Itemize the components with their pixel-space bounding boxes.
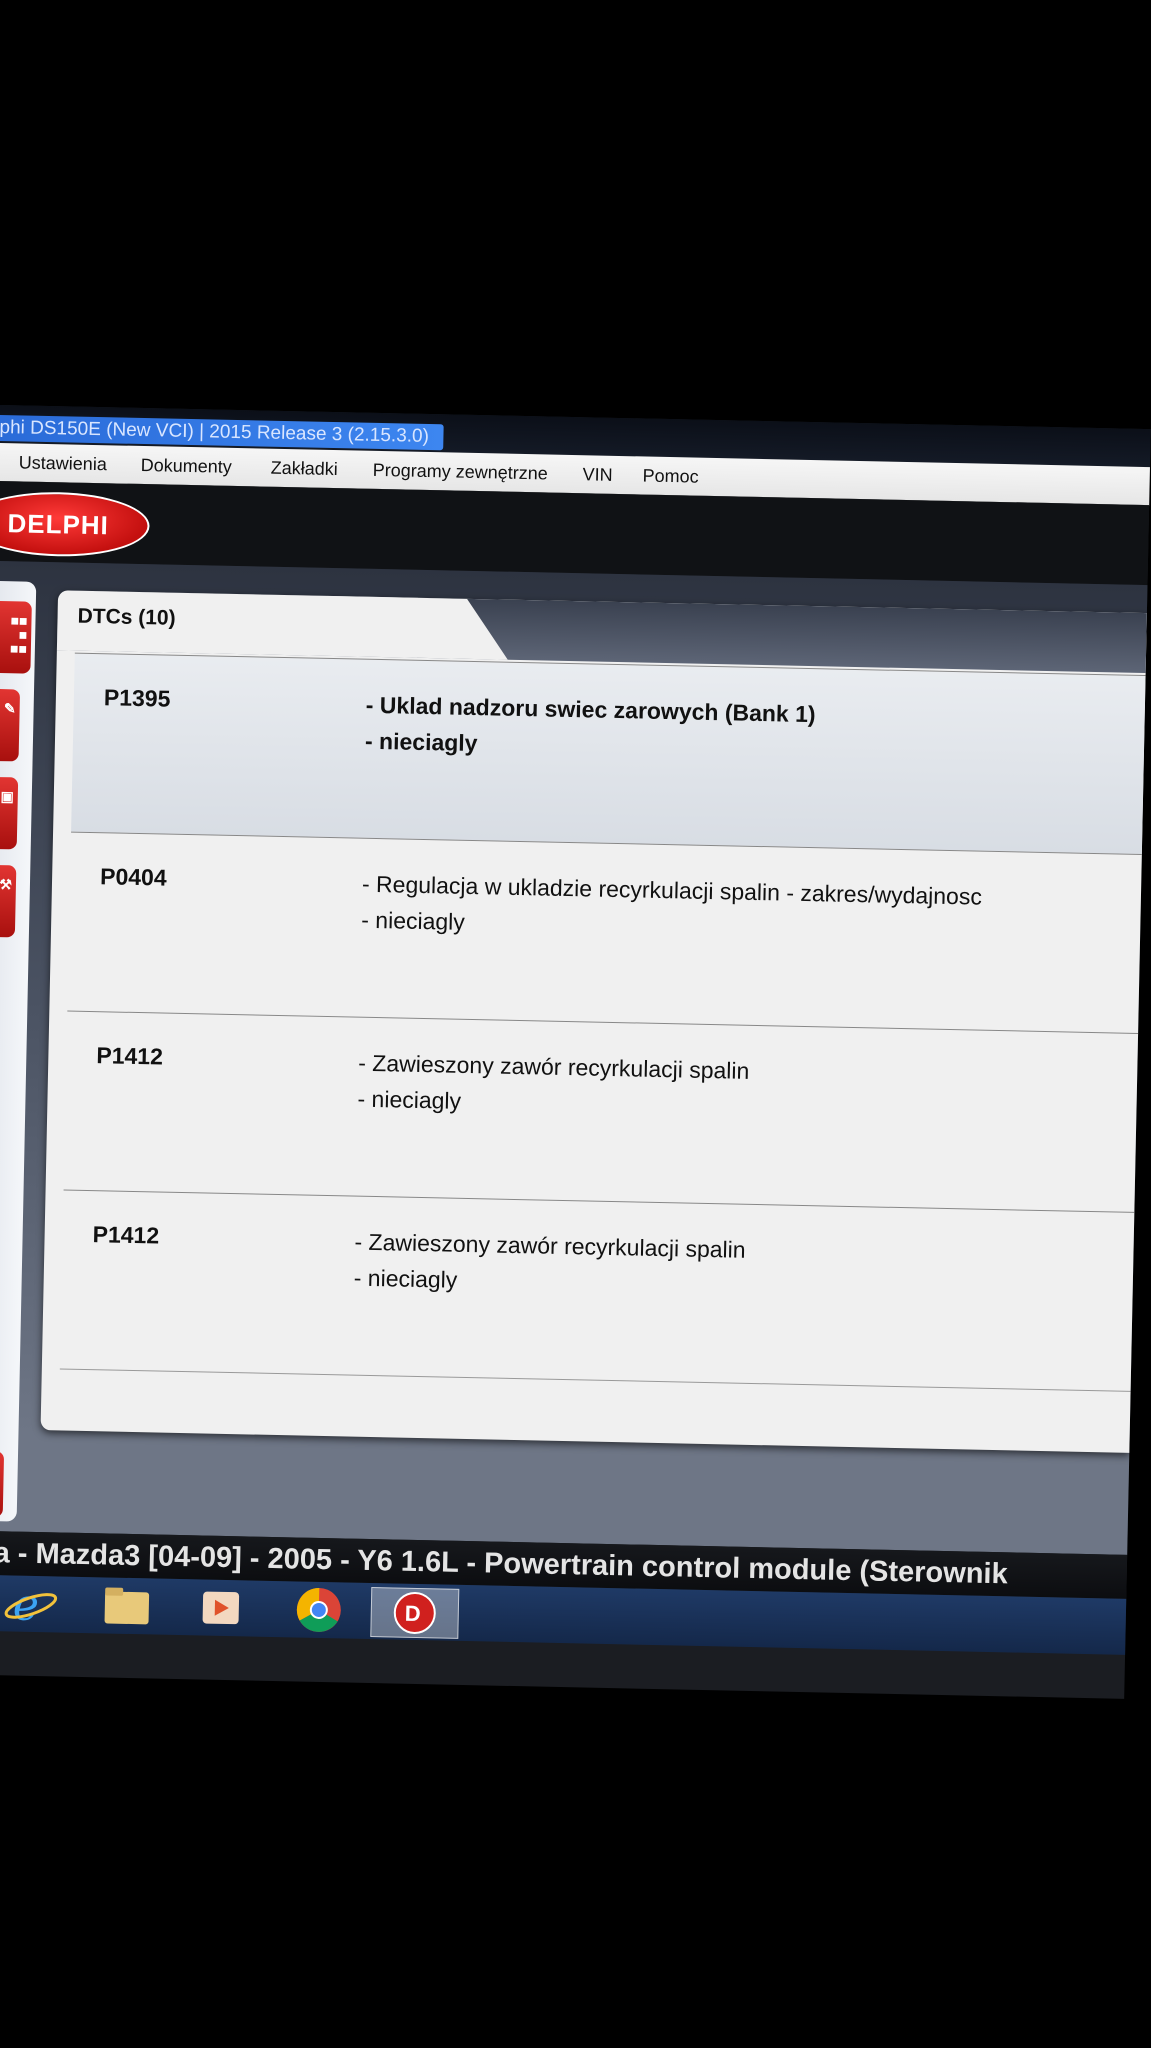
dtc-code: P1412 [96, 1042, 164, 1070]
function-test-tool-button[interactable]: ▣ [0, 776, 19, 850]
delphi-logo: DELPHI [0, 490, 151, 559]
calculator-icon: ▣ [0, 788, 14, 805]
dtc-list: P1395 - Uklad nadzoru swiec zarowych (Ba… [59, 652, 1146, 1393]
work-area: ■■■■■ ✎ ▣ ⚒ ■ DTCs (10) P [0, 560, 1148, 1555]
dtc-status: - nieciagly [353, 1264, 458, 1293]
dtc-row[interactable]: P1395 - Uklad nadzoru swiec zarowych (Ba… [71, 652, 1146, 855]
monitor-screen: phi DS150E (New VCI) | 2015 Release 3 (2… [0, 405, 1151, 1699]
tab-dtcs[interactable]: DTCs (10) [56, 590, 419, 658]
dtc-description: - Uklad nadzoru swiec zarowych (Bank 1) [365, 691, 816, 728]
dtc-code-icon: ■■ ■ ■■ [9, 612, 28, 657]
dtc-status: - nieciagly [361, 906, 466, 935]
dtc-status: - nieciagly [364, 727, 478, 757]
dtc-row[interactable]: P1412 - Zawieszony zawór recyrkulacji sp… [63, 1010, 1139, 1212]
menu-ustawienia[interactable]: Ustawienia [19, 452, 107, 475]
gauge-icon: ✎ [3, 700, 16, 717]
dtc-tool-button[interactable]: ■■ ■ ■■ [0, 600, 32, 674]
live-data-tool-button[interactable]: ✎ [0, 688, 21, 762]
file-explorer-icon[interactable] [98, 1581, 159, 1630]
dtc-description: - Zawieszony zawór recyrkulacji spalin [354, 1228, 746, 1263]
menu-pomoc[interactable]: Pomoc [642, 465, 698, 487]
dtc-code: P0404 [99, 863, 167, 891]
menu-zakladki[interactable]: Zakładki [271, 458, 338, 480]
logo-text: DELPHI [7, 508, 110, 541]
dtc-panel: DTCs (10) P1395 - Uklad nadzoru swiec za… [40, 590, 1147, 1453]
exit-tool-button[interactable]: ■ [0, 1450, 5, 1518]
wrench-icon: ⚒ [0, 876, 13, 893]
media-player-icon[interactable] [192, 1583, 253, 1632]
dtc-row[interactable]: P0404 - Regulacja w ukladzie recyrkulacj… [67, 831, 1142, 1033]
dtc-code: P1395 [103, 684, 171, 712]
adjustment-tool-button[interactable]: ⚒ [0, 864, 17, 938]
menu-vin[interactable]: VIN [582, 464, 612, 486]
tool-sidebar: ■■■■■ ✎ ▣ ⚒ ■ [0, 580, 37, 1522]
tab-dtcs-label: DTCs (10) [77, 604, 176, 630]
delphi-app-icon[interactable]: D [370, 1587, 460, 1639]
menu-dokumenty[interactable]: Dokumenty [141, 455, 232, 478]
internet-explorer-icon[interactable]: e [2, 1579, 63, 1631]
dtc-description: - Regulacja w ukladzie recyrkulacji spal… [361, 870, 983, 910]
dtc-description: - Zawieszony zawór recyrkulacji spalin [358, 1049, 750, 1084]
dtc-status: - nieciagly [357, 1085, 462, 1114]
svg-text:D: D [405, 1601, 421, 1626]
menu-programy-zewnetrzne[interactable]: Programy zewnętrzne [372, 460, 548, 485]
chrome-icon[interactable] [290, 1585, 351, 1634]
dtc-row[interactable]: P1412 - Zawieszony zawór recyrkulacji sp… [59, 1189, 1135, 1391]
dtc-code: P1412 [92, 1221, 160, 1249]
